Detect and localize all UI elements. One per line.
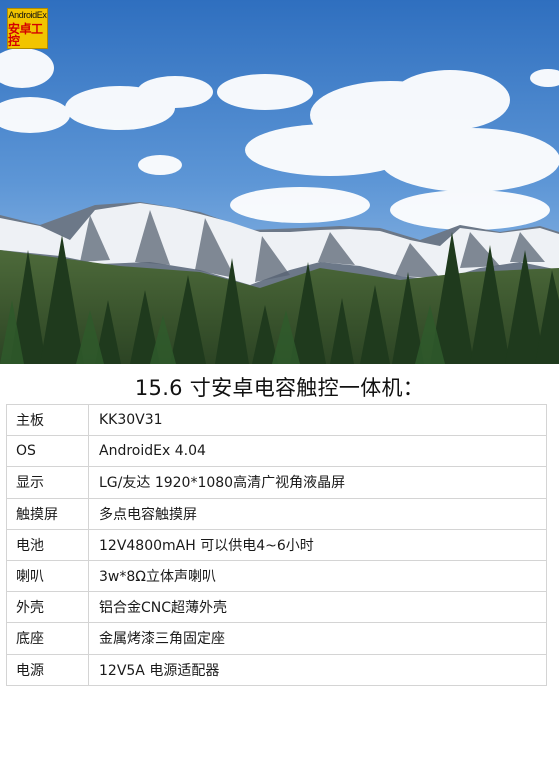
spec-value: 多点电容触摸屏 (88, 497, 547, 530)
spec-value: 金属烤漆三角固定座 (88, 622, 547, 655)
spec-value: 铝合金CNC超薄外壳 (88, 591, 547, 624)
product-title: 15.6 寸安卓电容触控一体机： (134, 376, 425, 400)
table-row: 电源 12V5A 电源适配器 (6, 653, 547, 686)
spec-label: 主板 (6, 403, 89, 437)
spec-value: LG/友达 1920*1080高清广视角液晶屏 (88, 466, 547, 499)
table-row: 底座 金属烤漆三角固定座 (6, 622, 547, 655)
spec-label: 底座 (6, 622, 89, 655)
mountain-landscape-image (0, 0, 559, 364)
spec-label: 触摸屏 (6, 497, 89, 530)
spec-label: 电池 (6, 528, 89, 561)
spec-label: 外壳 (6, 591, 89, 624)
spec-value: 3w*8Ω立体声喇叭 (88, 559, 547, 593)
spec-label: 电源 (6, 653, 89, 686)
spec-value: 12V4800mAH 可以供电4~6小时 (88, 528, 547, 561)
logo-text-chinese: 安卓工控 (8, 21, 43, 48)
androidex-logo: AndroidEx 安卓工控 (7, 8, 48, 49)
table-row: 显示 LG/友达 1920*1080高清广视角液晶屏 (6, 466, 547, 499)
spec-value: AndroidEx 4.04 (88, 435, 547, 468)
table-row: 喇叭 3w*8Ω立体声喇叭 (6, 559, 547, 593)
spec-label: 喇叭 (6, 559, 89, 593)
landscape-photo (0, 0, 559, 364)
spec-label: OS (6, 435, 89, 468)
spec-label: 显示 (6, 466, 89, 499)
table-row: OS AndroidEx 4.04 (6, 435, 547, 468)
table-row: 主板 KK30V31 (6, 403, 547, 437)
logo-text-brand: AndroidEx (8, 9, 47, 20)
table-row: 外壳 铝合金CNC超薄外壳 (6, 591, 547, 624)
spec-value: 12V5A 电源适配器 (88, 653, 547, 686)
spec-value: KK30V31 (88, 403, 547, 437)
table-row: 触摸屏 多点电容触摸屏 (6, 497, 547, 530)
table-row: 电池 12V4800mAH 可以供电4~6小时 (6, 528, 547, 561)
spec-table: 主板 KK30V31 OS AndroidEx 4.04 显示 LG/友达 19… (6, 403, 547, 686)
